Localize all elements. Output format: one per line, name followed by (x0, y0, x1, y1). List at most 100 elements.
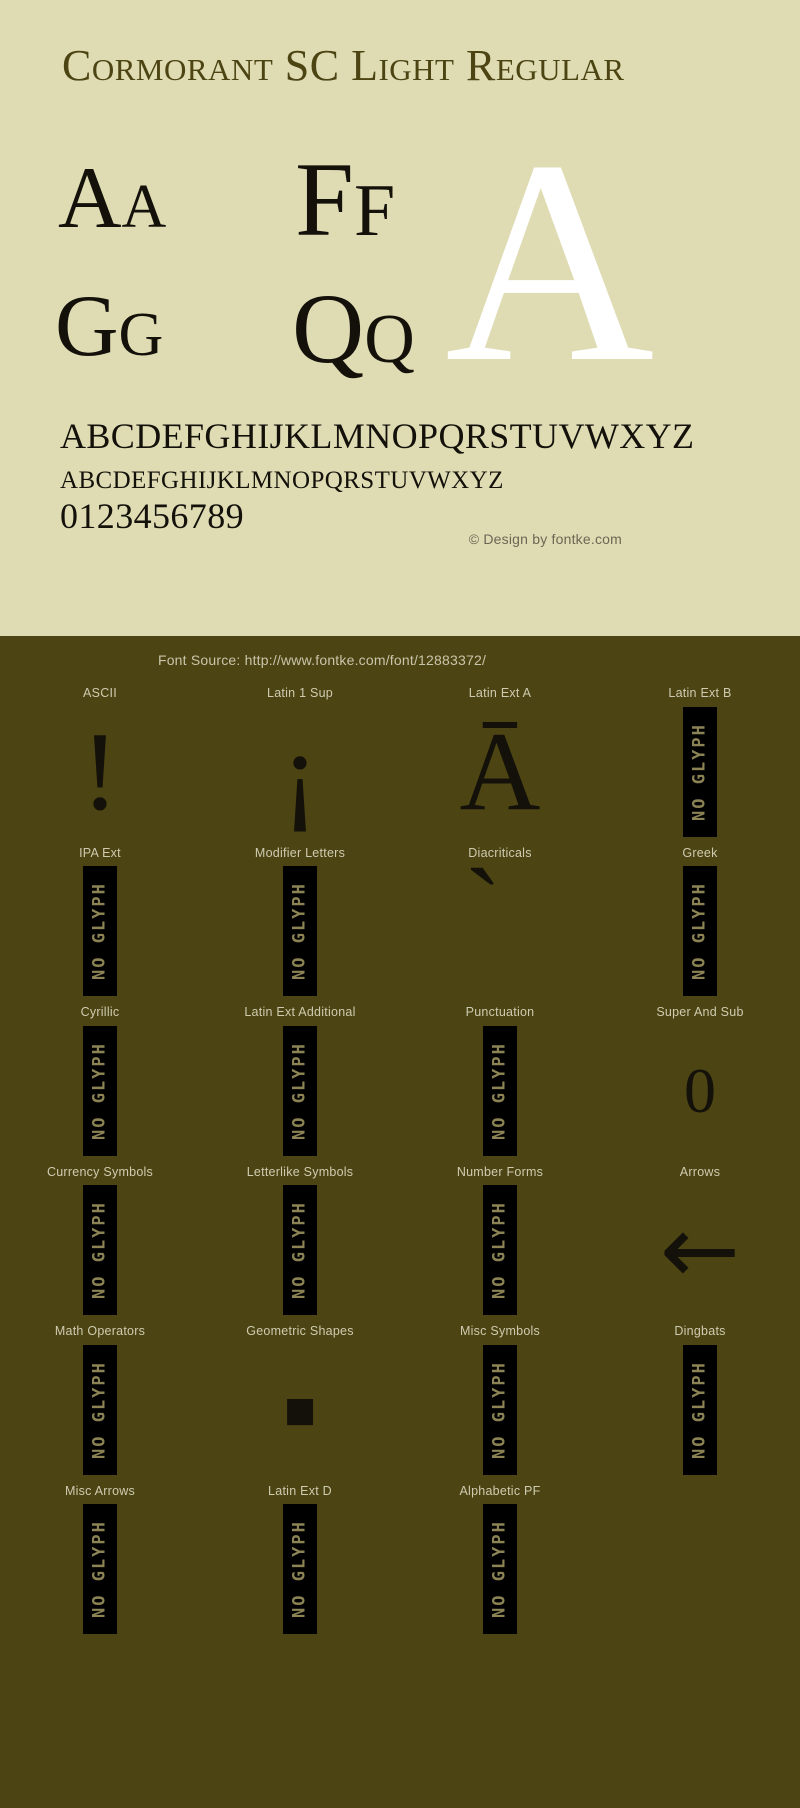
coverage-cell[interactable]: Dingbats NO GLYPH (600, 1320, 800, 1480)
coverage-sample: NO GLYPH (0, 1500, 200, 1640)
glyph-sample: ¡ (281, 709, 319, 834)
coverage-sample: NO GLYPH (600, 1340, 800, 1480)
no-glyph-badge: NO GLYPH (83, 866, 117, 997)
glyph-sample: 0 (684, 1054, 716, 1126)
glyph-sample: ■ (283, 1389, 317, 1430)
sample-pair-aa: Aa (58, 150, 167, 247)
font-source-link[interactable]: Font Source: http://www.fontke.com/font/… (0, 652, 800, 668)
coverage-cell[interactable]: Misc Arrows NO GLYPH (0, 1480, 200, 1640)
no-glyph-badge: NO GLYPH (283, 1504, 317, 1635)
coverage-grid: ASCII! Latin 1 Sup ¡ Latin Ext A Ā Latin Ext … (0, 682, 800, 1639)
no-glyph-badge: NO GLYPH (483, 1025, 517, 1156)
coverage-cell[interactable]: Math Operators NO GLYPH (0, 1320, 200, 1480)
coverage-cell[interactable]: Number Forms NO GLYPH (400, 1161, 600, 1321)
coverage-cell[interactable]: Super And Sub 0 (600, 1001, 800, 1161)
coverage-block-label: Diacriticals (468, 845, 532, 860)
coverage-sample: 0 (600, 1021, 800, 1161)
unicode-coverage-panel: Font Source: http://www.fontke.com/font/… (0, 636, 800, 1808)
coverage-sample: ← (600, 1181, 800, 1321)
no-glyph-badge: NO GLYPH (683, 706, 717, 837)
coverage-cell[interactable]: Modifier Letters NO GLYPH (200, 842, 400, 1002)
coverage-sample: NO GLYPH (0, 1181, 200, 1321)
coverage-block-label: Misc Symbols (459, 1324, 541, 1338)
coverage-sample: ! (0, 702, 200, 842)
coverage-cell[interactable]: Latin Ext A Ā (400, 682, 600, 842)
coverage-block-label: IPA Ext (79, 845, 121, 860)
sample-pair-ff: Ff (295, 141, 396, 258)
coverage-block-label: Math Operators (54, 1324, 146, 1338)
coverage-sample: ¡ (200, 702, 400, 842)
coverage-row: Cyrillic NO GLYPH Latin Ext Additional NO G… (0, 1001, 800, 1161)
no-glyph-badge: NO GLYPH (483, 1504, 517, 1635)
coverage-cell[interactable]: Diacriticals̀ (400, 842, 600, 1002)
coverage-cell[interactable]: IPA Ext NO GLYPH (0, 842, 200, 1002)
coverage-block-label: Latin 1 Sup (267, 686, 333, 700)
coverage-cell[interactable]: Letterlike Symbols NO GLYPH (200, 1161, 400, 1321)
coverage-block-label: Misc Arrows (64, 1483, 136, 1498)
coverage-sample: NO GLYPH (400, 1181, 600, 1321)
coverage-block-label: Arrows (679, 1164, 721, 1179)
coverage-cell[interactable]: Latin Ext D NO GLYPH (200, 1480, 400, 1640)
coverage-block-label: Punctuation (465, 1005, 535, 1019)
coverage-cell[interactable]: Alphabetic PF NO GLYPH (400, 1480, 600, 1640)
specimen-panel: Cormorant SC Light Regular Aa Ff Gg Qq A… (0, 0, 800, 636)
coverage-sample: NO GLYPH (200, 862, 400, 1002)
coverage-block-label: Letterlike Symbols (246, 1164, 354, 1179)
coverage-cell[interactable]: Punctuation NO GLYPH (400, 1001, 600, 1161)
coverage-cell[interactable]: Greek NO GLYPH (600, 842, 800, 1002)
coverage-block-label: Number Forms (456, 1164, 544, 1179)
glyph-sample: ! (81, 709, 119, 834)
coverage-sample: NO GLYPH (200, 1021, 400, 1161)
no-glyph-badge: NO GLYPH (83, 1504, 117, 1635)
coverage-block-label: Dingbats (674, 1324, 726, 1338)
hero-letter: A (445, 101, 655, 422)
coverage-sample: NO GLYPH (600, 862, 800, 1002)
alphabet-lowercase: abcdefghijklmnopqrstuvwxyz (60, 456, 504, 496)
coverage-block-label: ASCII (83, 686, 117, 700)
sample-pair-gg: Gg (55, 278, 164, 375)
no-glyph-badge: NO GLYPH (483, 1185, 517, 1316)
coverage-sample: Ā (400, 702, 600, 842)
coverage-block-label: Greek (682, 845, 718, 860)
coverage-cell[interactable]: Geometric Shapes ■ (200, 1320, 400, 1480)
coverage-sample: NO GLYPH (600, 702, 800, 842)
coverage-cell[interactable]: ASCII! (0, 682, 200, 842)
alphabet-uppercase: ABCDEFGHIJKLMNOPQRSTUVWXYZ (60, 416, 695, 456)
no-glyph-badge: NO GLYPH (283, 1185, 317, 1316)
coverage-block-label: Alphabetic PF (459, 1483, 541, 1498)
coverage-cell[interactable]: Misc Symbols NO GLYPH (400, 1320, 600, 1480)
coverage-sample: NO GLYPH (400, 1500, 600, 1640)
coverage-cell[interactable]: Latin Ext B NO GLYPH (600, 682, 800, 842)
no-glyph-badge: NO GLYPH (83, 1185, 117, 1316)
coverage-sample: ■ (200, 1340, 400, 1480)
coverage-row: Currency Symbols NO GLYPH Letterlike Symbo… (0, 1161, 800, 1321)
glyph-sample: ← (659, 1194, 741, 1307)
coverage-sample: NO GLYPH (0, 1021, 200, 1161)
coverage-sample: NO GLYPH (0, 1340, 200, 1480)
coverage-sample: ̀ (400, 862, 600, 1002)
coverage-cell[interactable]: Latin Ext Additional NO GLYPH (200, 1001, 400, 1161)
coverage-cell[interactable]: Arrows ← (600, 1161, 800, 1321)
no-glyph-badge: NO GLYPH (483, 1344, 517, 1475)
font-specimen-page: Cormorant SC Light Regular Aa Ff Gg Qq A… (0, 0, 800, 1808)
no-glyph-badge: NO GLYPH (683, 1344, 717, 1475)
coverage-block-label: Currency Symbols (46, 1164, 154, 1179)
page-title: Cormorant SC Light Regular (62, 41, 625, 90)
coverage-block-label: Latin Ext B (668, 686, 732, 700)
coverage-block-label: Latin Ext D (268, 1483, 332, 1498)
coverage-cell[interactable]: Cyrillic NO GLYPH (0, 1001, 200, 1161)
coverage-cell[interactable]: Latin 1 Sup ¡ (200, 682, 400, 842)
coverage-block-label: Latin Ext Additional (244, 1005, 356, 1019)
no-glyph-badge: NO GLYPH (283, 1025, 317, 1156)
coverage-sample: NO GLYPH (400, 1340, 600, 1480)
coverage-row: Misc Arrows NO GLYPH Latin Ext D NO GLYPH Al… (0, 1480, 800, 1640)
coverage-block-label: Modifier Letters (254, 845, 346, 860)
coverage-row: IPA Ext NO GLYPH Modifier Letters NO GLYPH D… (0, 842, 800, 1002)
coverage-sample: NO GLYPH (200, 1500, 400, 1640)
coverage-cell[interactable]: Currency Symbols NO GLYPH (0, 1161, 200, 1321)
no-glyph-badge: NO GLYPH (683, 866, 717, 997)
coverage-row: Math Operators NO GLYPH Geometric Shapes ■ M… (0, 1320, 800, 1480)
coverage-sample: NO GLYPH (0, 862, 200, 1002)
no-glyph-badge: NO GLYPH (83, 1344, 117, 1475)
digit-sample: 0123456789 (60, 496, 244, 536)
